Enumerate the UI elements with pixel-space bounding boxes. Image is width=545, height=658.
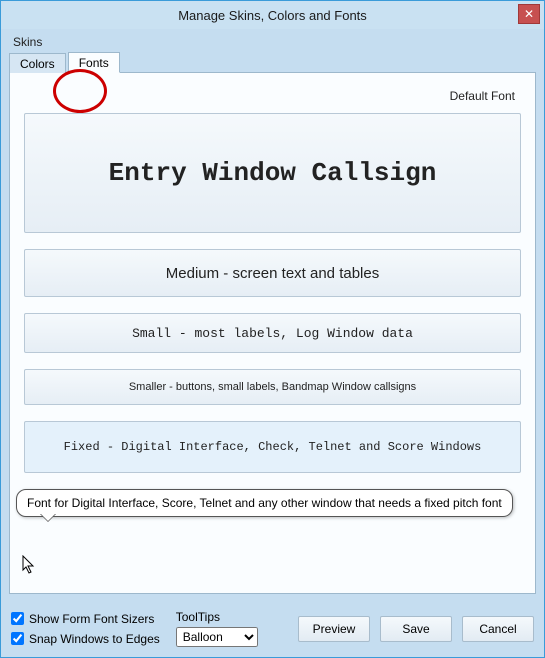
tooltips-label: ToolTips (176, 610, 258, 624)
skins-label: Skins (13, 35, 536, 49)
save-button[interactable]: Save (380, 616, 452, 642)
client-area: Skins Colors Fonts Default Font Entry Wi… (1, 29, 544, 602)
snap-windows-label: Snap Windows to Edges (29, 632, 160, 646)
snap-windows-checkbox[interactable] (11, 632, 24, 645)
titlebar: Manage Skins, Colors and Fonts ✕ (1, 1, 544, 29)
cursor-icon (22, 555, 38, 575)
fonts-panel: Default Font Entry Window Callsign Mediu… (9, 73, 536, 594)
manage-fonts-window: Manage Skins, Colors and Fonts ✕ Skins C… (0, 0, 545, 658)
tooltips-select[interactable]: Balloon (176, 627, 258, 647)
snap-windows-row[interactable]: Snap Windows to Edges (11, 632, 160, 646)
checkbox-column: Show Form Font Sizers Snap Windows to Ed… (11, 612, 160, 646)
show-font-sizers-checkbox[interactable] (11, 612, 24, 625)
tab-colors[interactable]: Colors (9, 53, 66, 73)
window-title: Manage Skins, Colors and Fonts (178, 8, 367, 23)
font-small-button[interactable]: Small - most labels, Log Window data (24, 313, 521, 353)
show-font-sizers-label: Show Form Font Sizers (29, 612, 154, 626)
tab-strip: Colors Fonts (9, 51, 536, 73)
tab-fonts[interactable]: Fonts (68, 52, 120, 73)
font-medium-button[interactable]: Medium - screen text and tables (24, 249, 521, 297)
default-font-label: Default Font (24, 89, 515, 103)
close-button[interactable]: ✕ (518, 4, 540, 24)
font-smaller-button[interactable]: Smaller - buttons, small labels, Bandmap… (24, 369, 521, 405)
font-callsign-button[interactable]: Entry Window Callsign (24, 113, 521, 233)
tooltip-balloon: Font for Digital Interface, Score, Telne… (16, 489, 513, 517)
preview-button[interactable]: Preview (298, 616, 370, 642)
font-fixed-button[interactable]: Fixed - Digital Interface, Check, Telnet… (24, 421, 521, 473)
bottom-bar: Show Form Font Sizers Snap Windows to Ed… (1, 602, 544, 657)
tooltips-group: ToolTips Balloon (176, 610, 258, 647)
cancel-button[interactable]: Cancel (462, 616, 534, 642)
show-font-sizers-row[interactable]: Show Form Font Sizers (11, 612, 160, 626)
